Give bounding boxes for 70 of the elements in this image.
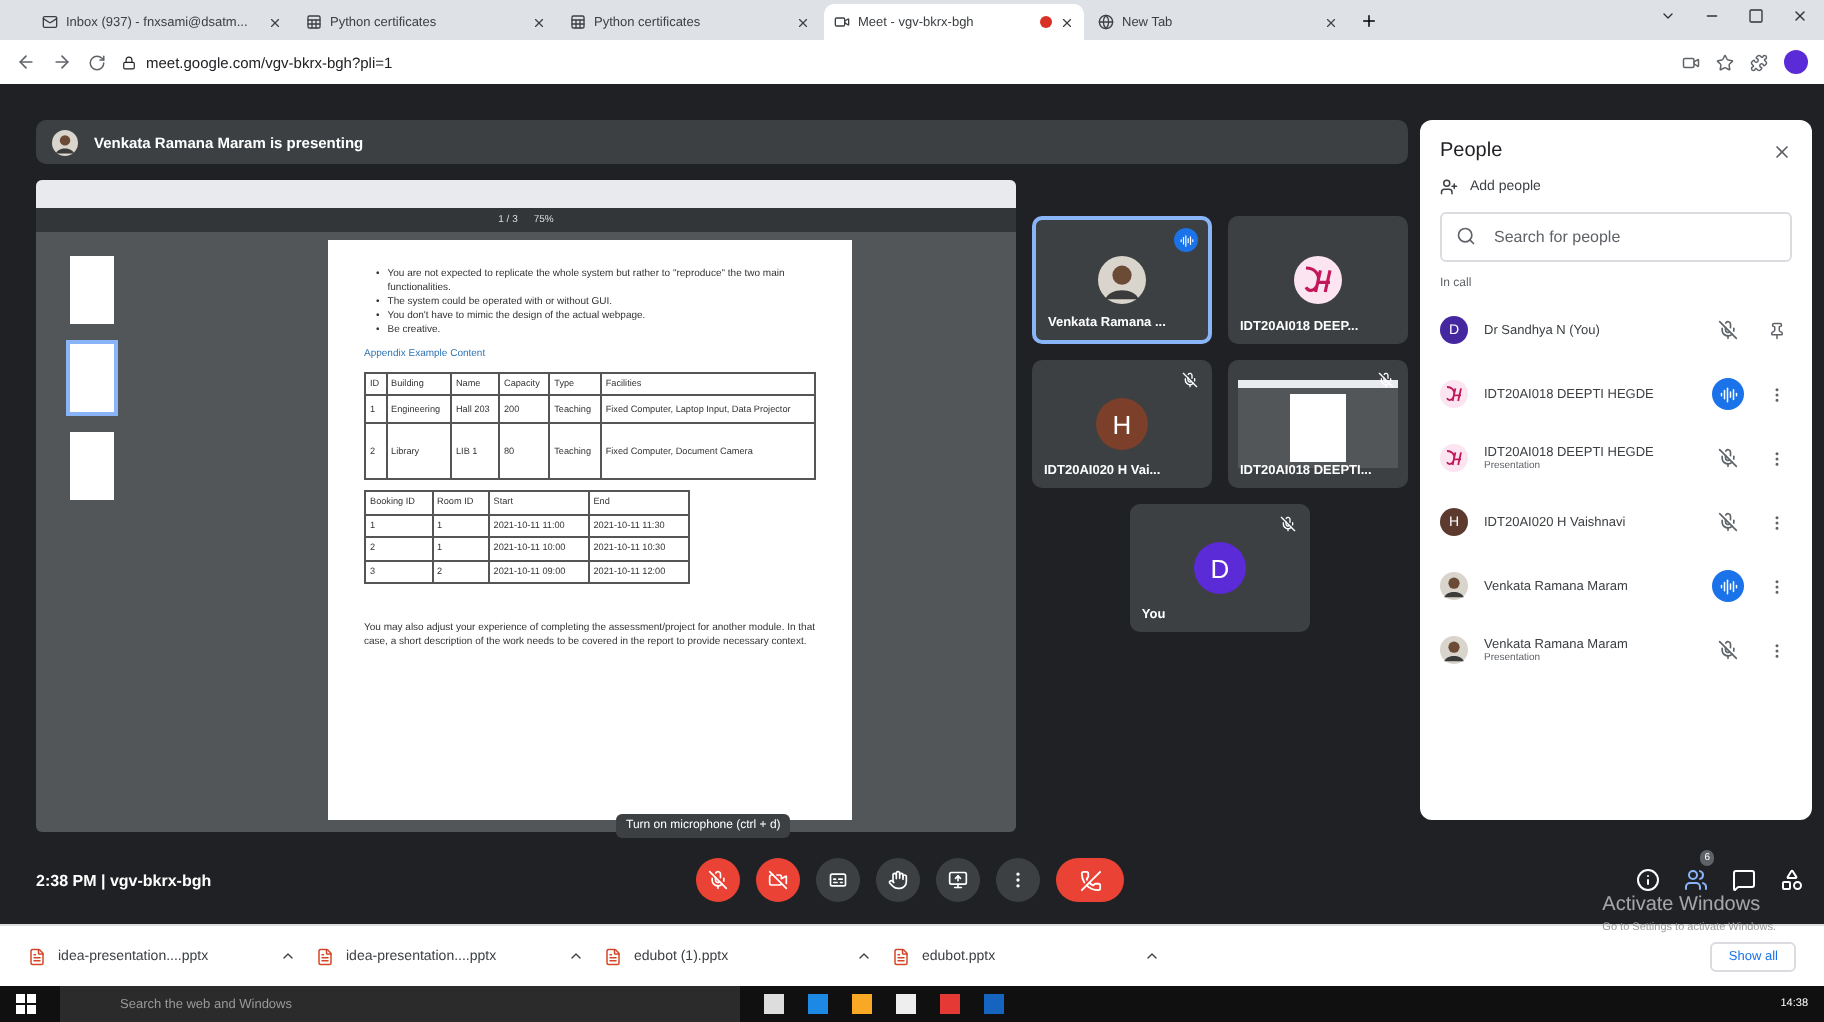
close-icon[interactable] bbox=[1324, 15, 1338, 29]
mic-off-icon bbox=[708, 870, 728, 890]
close-icon[interactable] bbox=[1060, 15, 1074, 29]
page-thumbnail[interactable] bbox=[70, 256, 114, 324]
close-icon[interactable] bbox=[1772, 141, 1792, 161]
add-person-icon bbox=[1440, 178, 1458, 196]
file-icon bbox=[892, 947, 910, 965]
tab-favicon-icon bbox=[834, 14, 850, 30]
tab-search-icon[interactable] bbox=[1660, 8, 1676, 24]
chat-icon bbox=[1732, 868, 1756, 892]
tab-favicon-icon bbox=[42, 14, 58, 30]
close-icon[interactable] bbox=[1792, 8, 1808, 24]
monogram-logo-icon bbox=[1440, 444, 1468, 472]
captions-icon bbox=[828, 870, 848, 890]
present-screen-icon bbox=[948, 870, 968, 890]
activation-title: Activate Windows bbox=[1602, 894, 1763, 916]
person-photo-icon bbox=[1440, 636, 1468, 664]
tab-favicon-icon bbox=[570, 14, 586, 30]
caret-icon[interactable] bbox=[1144, 948, 1160, 964]
reload-icon[interactable] bbox=[88, 53, 106, 71]
camera-off-icon bbox=[768, 870, 788, 890]
page-thumbnail[interactable] bbox=[70, 344, 114, 412]
tab-favicon-icon bbox=[306, 14, 322, 30]
microphone-button[interactable] bbox=[696, 858, 740, 902]
activities-button[interactable] bbox=[1780, 868, 1804, 892]
page-thumbnail[interactable] bbox=[70, 432, 114, 500]
caret-icon[interactable] bbox=[856, 948, 872, 964]
avatar-circle: H bbox=[1096, 398, 1148, 450]
monogram-logo-icon bbox=[1294, 256, 1342, 304]
phone-icon bbox=[1079, 869, 1101, 891]
camera-button[interactable] bbox=[756, 858, 800, 902]
monogram-logo-icon bbox=[1440, 380, 1468, 408]
file-icon bbox=[28, 947, 46, 965]
info-icon bbox=[1636, 868, 1660, 892]
hand-icon bbox=[888, 870, 908, 890]
caret-icon[interactable] bbox=[280, 948, 296, 964]
forward-icon[interactable] bbox=[52, 52, 72, 72]
back-icon[interactable] bbox=[16, 52, 36, 72]
windows-start-icon[interactable] bbox=[16, 994, 36, 1014]
end-call-button[interactable] bbox=[1056, 858, 1124, 902]
chat-button[interactable] bbox=[1732, 868, 1756, 892]
close-icon[interactable] bbox=[796, 15, 810, 29]
camera-icon[interactable] bbox=[1682, 53, 1700, 71]
file-icon bbox=[316, 947, 334, 965]
meeting-info: 2:38 PM | vgv-bkrx-bgh bbox=[36, 871, 214, 889]
present-button[interactable] bbox=[936, 858, 980, 902]
caret-icon[interactable] bbox=[568, 948, 584, 964]
person-photo-icon bbox=[1440, 572, 1468, 600]
new-tab-icon[interactable] bbox=[1360, 11, 1378, 29]
info-button[interactable] bbox=[1636, 868, 1660, 892]
puzzle-icon[interactable] bbox=[1750, 53, 1768, 71]
search-icon bbox=[1456, 226, 1476, 246]
shapes-icon bbox=[1780, 868, 1804, 892]
people-icon bbox=[1684, 868, 1708, 892]
file-icon bbox=[604, 947, 622, 965]
maximize-icon[interactable] bbox=[1748, 8, 1764, 24]
profile-avatar[interactable] bbox=[1784, 50, 1808, 74]
star-icon[interactable] bbox=[1716, 53, 1734, 71]
people-button[interactable] bbox=[1684, 868, 1708, 892]
panel-title: People bbox=[1440, 140, 1503, 162]
person-photo-icon bbox=[1098, 256, 1146, 304]
tab-favicon-icon bbox=[1098, 14, 1114, 30]
captions-button[interactable] bbox=[816, 858, 860, 902]
avatar-circle: D bbox=[1193, 542, 1246, 594]
close-icon[interactable] bbox=[532, 15, 546, 29]
person-photo-icon bbox=[52, 129, 78, 155]
lock-icon bbox=[122, 55, 136, 69]
close-icon[interactable] bbox=[268, 15, 282, 29]
raise-hand-button[interactable] bbox=[876, 858, 920, 902]
search-field[interactable]: Search for people bbox=[1440, 212, 1792, 262]
